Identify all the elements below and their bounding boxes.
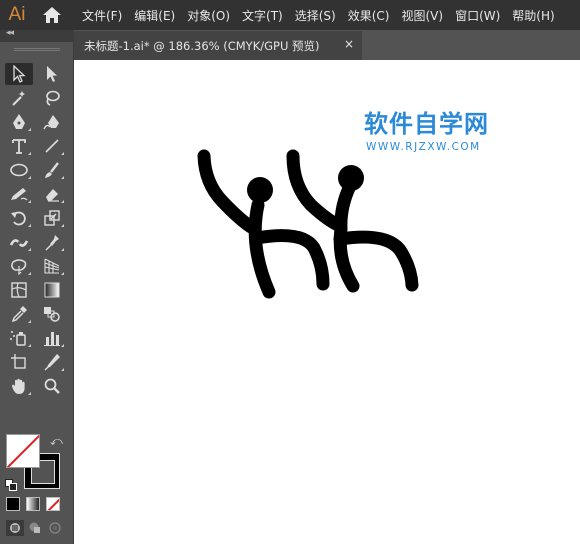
draw-normal-icon[interactable] (6, 520, 24, 536)
document-tab[interactable]: 未标题-1.ai* @ 186.36% (CMYK/GPU 预览) × (74, 31, 362, 60)
symbol-sprayer-tool-icon[interactable] (5, 327, 33, 349)
slice-tool-icon[interactable] (38, 351, 66, 373)
artboard-tool-icon[interactable] (5, 351, 33, 373)
color-mode-button[interactable] (6, 497, 20, 511)
menu-type[interactable]: 文字(T) (236, 7, 289, 24)
menu-window[interactable]: 窗口(W) (449, 7, 506, 24)
pencil-tool-icon[interactable] (5, 183, 33, 205)
document-title: 未标题-1.ai* @ 186.36% (CMYK/GPU 预览) (84, 38, 320, 53)
line-segment-tool-icon[interactable] (38, 135, 66, 157)
hand-tool-icon[interactable] (5, 375, 33, 397)
artwork[interactable] (74, 60, 580, 544)
tools-panel-header[interactable]: ◂◂ (0, 28, 73, 42)
illustrator-window: Ai 文件(F) 编辑(E) 对象(O) 文字(T) 选择(S) 效果(C) 视… (0, 0, 580, 544)
free-transform-tool-icon[interactable] (5, 255, 33, 277)
menu-effect[interactable]: 效果(C) (342, 7, 396, 24)
menu-object[interactable]: 对象(O) (181, 7, 236, 24)
type-tool-icon[interactable] (5, 135, 33, 157)
lasso-tool-icon[interactable] (38, 87, 66, 109)
home-icon[interactable] (40, 3, 64, 27)
app-logo: Ai (8, 4, 26, 25)
curvature-tool-icon[interactable] (38, 111, 66, 133)
rotate-tool-icon[interactable] (5, 207, 33, 229)
artboard-canvas[interactable]: 软件自学网 WWW.RJZXW.COM (74, 60, 580, 544)
document-tab-bar: 未标题-1.ai* @ 186.36% (CMYK/GPU 预览) × (74, 30, 580, 60)
artwork-dot-left (247, 177, 273, 203)
artwork-dot-right (338, 165, 364, 191)
mesh-tool-icon[interactable] (5, 279, 33, 301)
gradient-mode-button[interactable] (26, 497, 40, 511)
eraser-tool-icon[interactable] (38, 183, 66, 205)
width-tool-icon[interactable] (5, 231, 33, 253)
artwork-stroke-right-arm (286, 149, 343, 231)
magic-wand-tool-icon[interactable] (5, 87, 33, 109)
draw-behind-icon[interactable] (26, 520, 44, 536)
collapse-icon[interactable]: ◂◂ (6, 28, 14, 38)
selection-tool-icon[interactable] (5, 63, 33, 85)
fill-swatch[interactable] (6, 434, 40, 468)
swap-fill-stroke-icon[interactable]: ⤺ (50, 434, 63, 449)
menu-edit[interactable]: 编辑(E) (128, 7, 181, 24)
menu-select[interactable]: 选择(S) (289, 7, 342, 24)
menu-help[interactable]: 帮助(H) (506, 7, 560, 24)
tools-panel-grip[interactable] (0, 42, 73, 56)
menu-bar: Ai 文件(F) 编辑(E) 对象(O) 文字(T) 选择(S) 效果(C) 视… (0, 0, 580, 30)
eyedropper-tool-icon[interactable] (5, 303, 33, 325)
ellipse-tool-icon[interactable] (5, 159, 33, 181)
menu-view[interactable]: 视图(V) (395, 7, 449, 24)
pen-tool-icon[interactable] (5, 111, 33, 133)
perspective-grid-tool-icon[interactable] (38, 255, 66, 277)
menu-file[interactable]: 文件(F) (76, 7, 128, 24)
default-fill-stroke-icon[interactable] (5, 476, 17, 491)
none-mode-button[interactable] (46, 497, 60, 511)
column-graph-tool-icon[interactable] (38, 327, 66, 349)
close-icon[interactable]: × (344, 37, 354, 51)
gradient-tool-icon[interactable] (38, 279, 66, 301)
artwork-stroke-left-arm (197, 149, 258, 234)
direct-selection-tool-icon[interactable] (38, 63, 66, 85)
scale-tool-icon[interactable] (38, 207, 66, 229)
blend-tool-icon[interactable] (38, 303, 66, 325)
puppet-warp-tool-icon[interactable] (38, 231, 66, 253)
paintbrush-tool-icon[interactable] (38, 159, 66, 181)
tools-panel: ◂◂ ⤺ (0, 28, 74, 544)
artwork-stroke-left-leg (248, 198, 276, 299)
draw-inside-icon[interactable] (46, 520, 64, 536)
zoom-tool-icon[interactable] (38, 375, 66, 397)
